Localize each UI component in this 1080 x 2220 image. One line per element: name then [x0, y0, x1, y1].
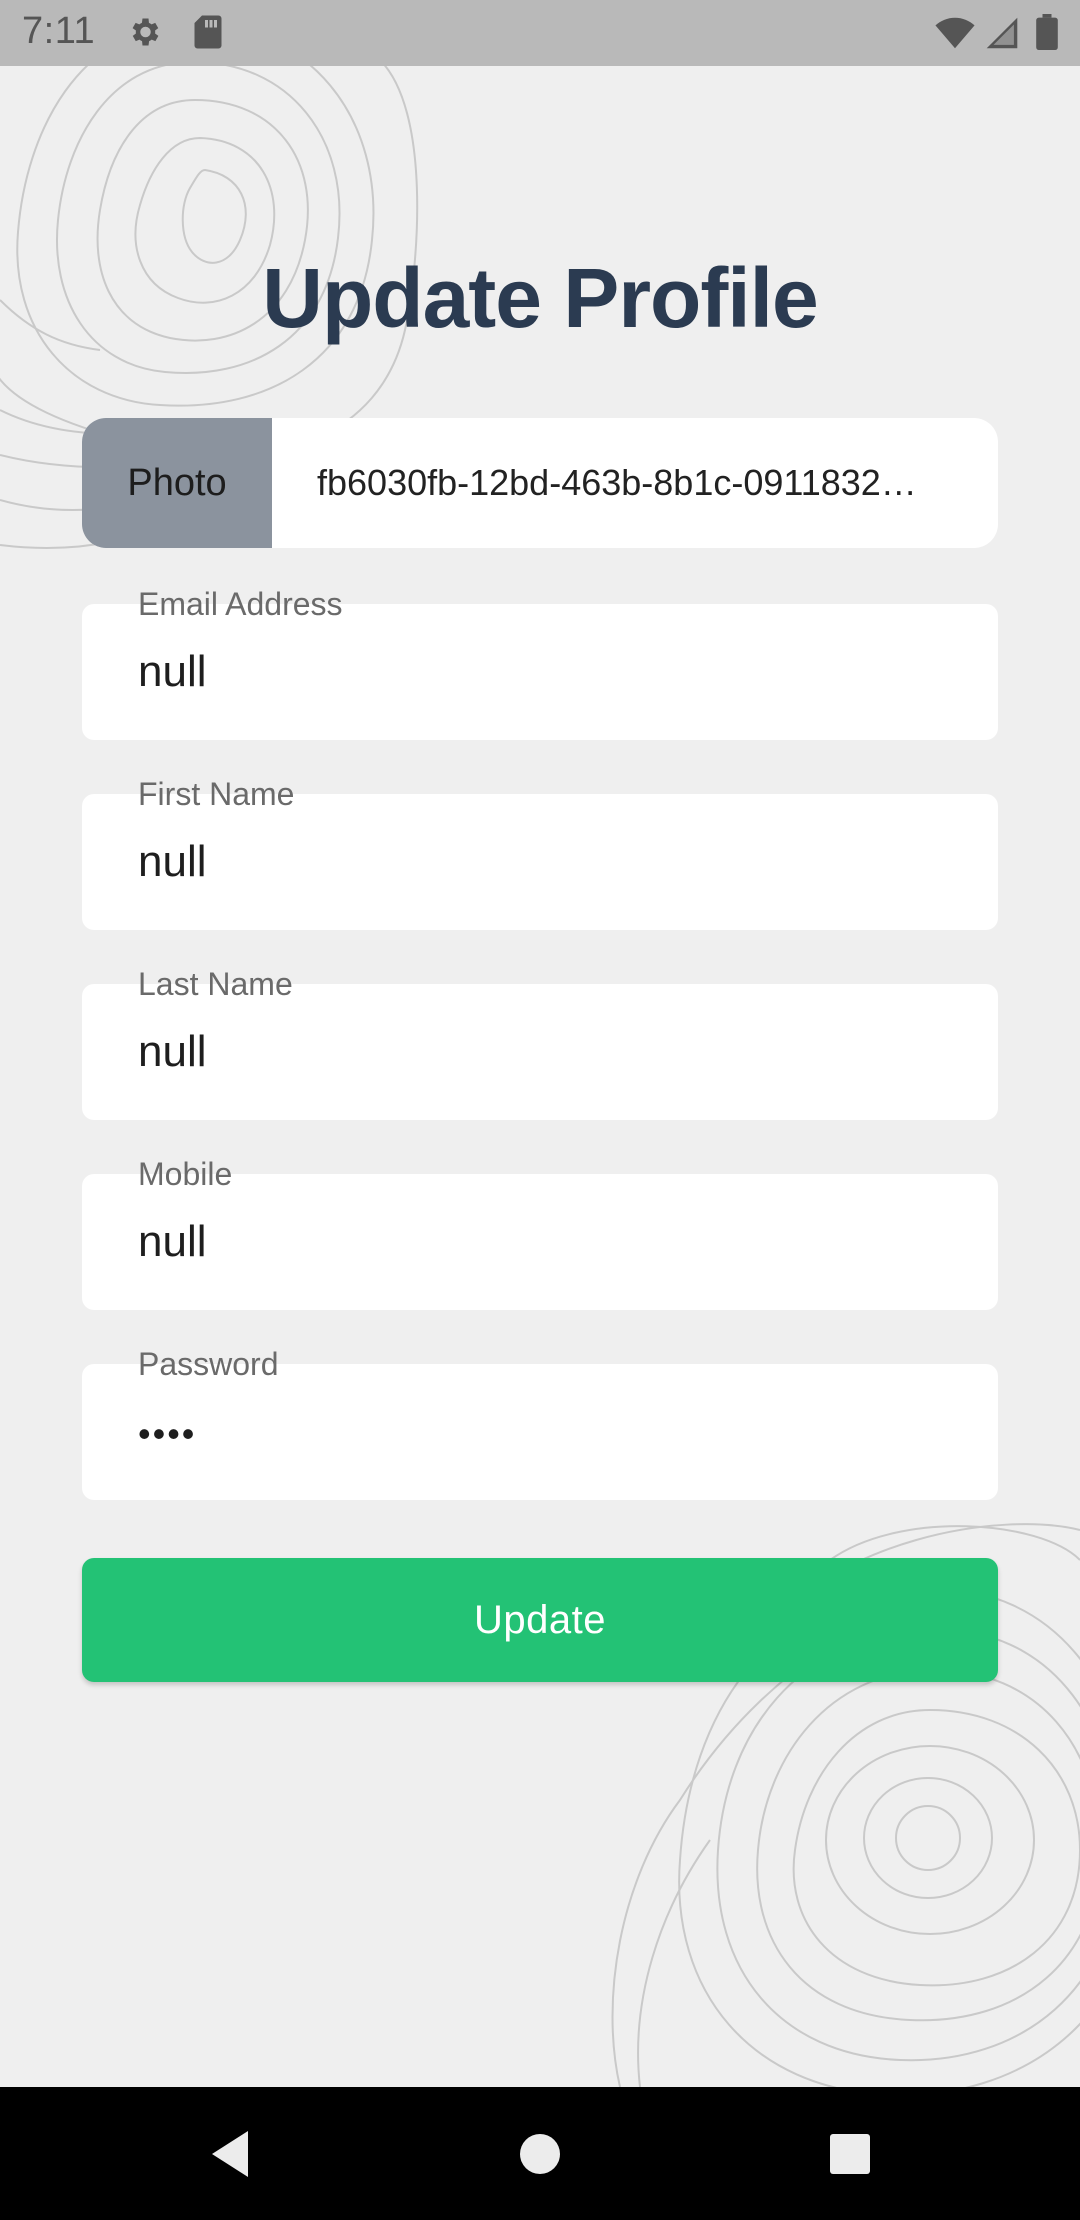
password-value[interactable]: •••• — [138, 1406, 196, 1462]
page-title: Update Profile — [262, 251, 818, 345]
back-icon[interactable] — [190, 2087, 270, 2220]
first-name-field[interactable]: First Name null — [82, 776, 998, 930]
wifi-icon — [934, 16, 976, 55]
email-label: Email Address — [138, 586, 343, 622]
update-button[interactable]: Update — [82, 1558, 998, 1682]
first-name-label: First Name — [138, 776, 295, 812]
last-name-label: Last Name — [138, 966, 293, 1002]
password-field[interactable]: Password •••• — [82, 1346, 998, 1500]
last-name-field[interactable]: Last Name null — [82, 966, 998, 1120]
email-value[interactable]: null — [138, 644, 207, 700]
mobile-label: Mobile — [138, 1156, 233, 1192]
signal-icon — [984, 16, 1020, 55]
mobile-value[interactable]: null — [138, 1214, 207, 1270]
password-label: Password — [138, 1346, 279, 1382]
recents-icon[interactable] — [810, 2087, 890, 2220]
mobile-field[interactable]: Mobile null — [82, 1156, 998, 1310]
home-icon[interactable] — [500, 2087, 580, 2220]
photo-picker: Photo fb6030fb-12bd-463b-8b1c-0911832… — [82, 418, 998, 548]
status-bar: 7:11 — [0, 0, 1080, 66]
first-name-value[interactable]: null — [138, 834, 207, 890]
gear-icon — [126, 14, 162, 55]
status-time: 7:11 — [22, 10, 96, 52]
photo-filename: fb6030fb-12bd-463b-8b1c-0911832… — [317, 462, 917, 503]
photo-button[interactable]: Photo — [82, 418, 272, 548]
navigation-bar — [0, 2087, 1080, 2220]
email-field[interactable]: Email Address null — [82, 586, 998, 740]
sd-card-icon — [192, 14, 224, 55]
last-name-value[interactable]: null — [138, 1024, 207, 1080]
battery-icon — [1036, 14, 1058, 55]
